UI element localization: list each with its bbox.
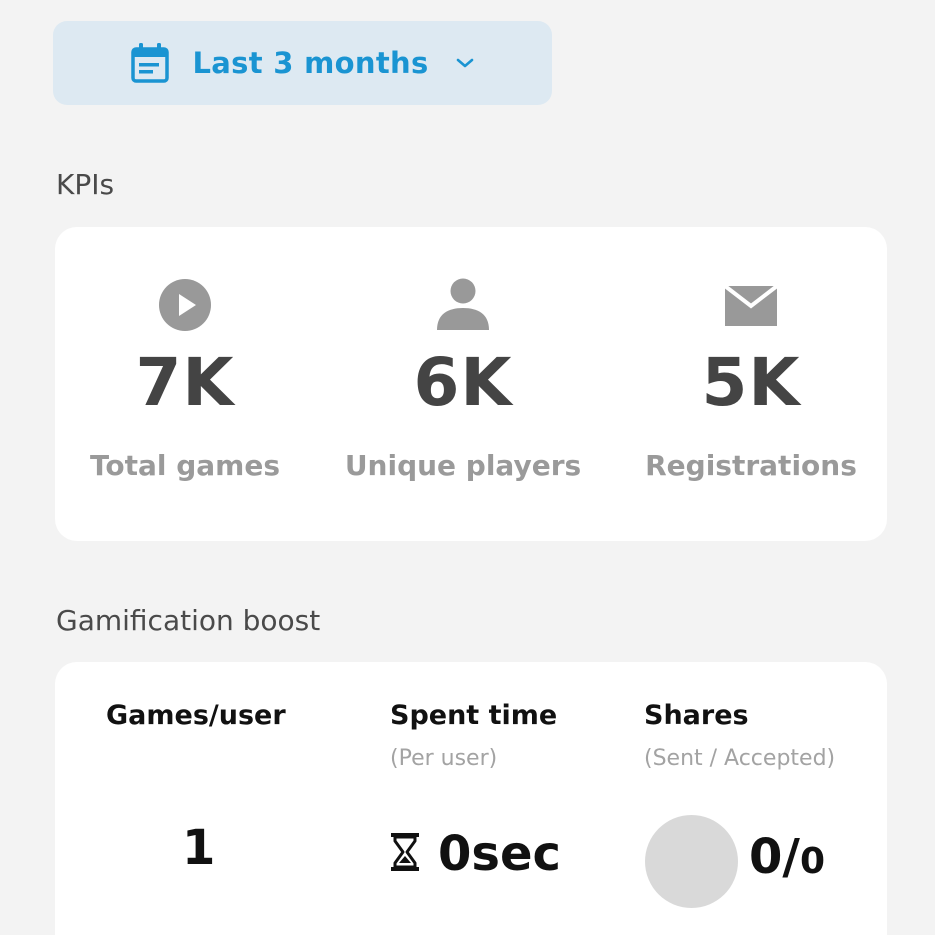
kpi-unique-players: 6K Unique players bbox=[333, 227, 593, 541]
kpis-card: 7K Total games 6K Unique players 5K Regi… bbox=[55, 227, 887, 541]
kpi-value: 5K bbox=[701, 344, 801, 421]
spent-time-label: Spent time bbox=[390, 700, 558, 731]
kpi-total-games: 7K Total games bbox=[55, 227, 315, 541]
spent-time-sublabel: (Per user) bbox=[390, 746, 498, 771]
shares-separator: / bbox=[782, 829, 800, 885]
games-per-user-value: 1 bbox=[182, 820, 216, 876]
envelope-icon bbox=[723, 284, 779, 326]
shares-avatar-placeholder bbox=[645, 815, 738, 908]
games-per-user-label: Games/user bbox=[106, 700, 286, 731]
shares-sent: 0 bbox=[749, 829, 783, 885]
hourglass-icon bbox=[391, 833, 419, 871]
kpi-label: Total games bbox=[89, 449, 280, 482]
gamification-card: Games/user 1 Spent time (Per user) 0sec … bbox=[55, 662, 887, 935]
shares-value: 0/0 bbox=[749, 829, 825, 885]
shares-sublabel: (Sent / Accepted) bbox=[644, 746, 836, 771]
spent-time-value: 0sec bbox=[438, 826, 561, 882]
kpi-registrations: 5K Registrations bbox=[621, 227, 881, 541]
kpis-section-title: KPIs bbox=[56, 168, 115, 201]
kpi-label: Unique players bbox=[344, 449, 582, 482]
chevron-down-icon bbox=[456, 58, 473, 68]
date-range-label: Last 3 months bbox=[192, 46, 429, 80]
kpi-value: 7K bbox=[135, 344, 235, 421]
shares-label: Shares bbox=[644, 700, 749, 731]
calendar-icon bbox=[130, 43, 169, 83]
kpi-label: Registrations bbox=[645, 449, 857, 482]
date-range-dropdown[interactable]: Last 3 months bbox=[53, 21, 552, 105]
gamification-section-title: Gamification boost bbox=[56, 604, 321, 637]
dashboard-page: Last 3 months KPIs 7K Total games 6K Uni… bbox=[0, 0, 935, 935]
kpi-value: 6K bbox=[413, 344, 513, 421]
shares-accepted: 0 bbox=[799, 841, 825, 882]
play-icon bbox=[159, 279, 211, 331]
user-icon bbox=[437, 278, 489, 330]
